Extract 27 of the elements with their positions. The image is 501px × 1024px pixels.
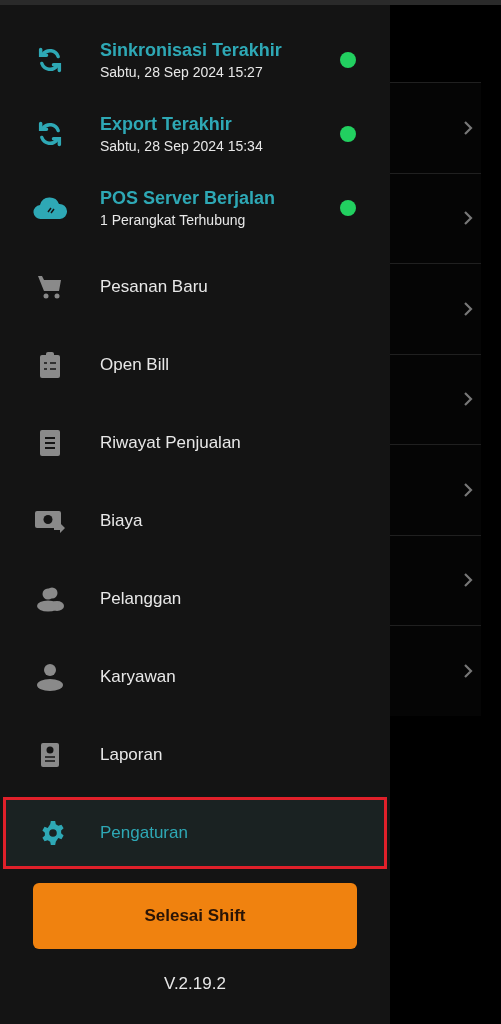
status-subtitle: 1 Perangkat Terhubung	[100, 211, 247, 230]
status-title: POS Server Berjalan	[100, 187, 277, 210]
menu-item[interactable]: Pesanan Baru	[0, 251, 390, 323]
status-subtitle: Sabtu, 28 Sep 2024 15:27	[100, 63, 264, 82]
sync-icon	[36, 120, 64, 148]
version-text: V.2.19.2	[163, 973, 227, 995]
status-subtitle: Sabtu, 28 Sep 2024 15:34	[100, 137, 264, 156]
menu-item[interactable]: Pelanggan	[0, 563, 390, 635]
clipboard-icon	[39, 351, 61, 379]
menu-item[interactable]: Pengaturan	[3, 797, 387, 869]
sync-icon	[36, 46, 64, 74]
report-icon	[40, 742, 60, 768]
menu-item[interactable]: Open Bill	[0, 329, 390, 401]
cart-icon	[37, 274, 63, 300]
status-title: Sinkronisasi Terakhir	[100, 39, 283, 62]
cloud-icon	[33, 196, 67, 220]
money-icon	[34, 508, 66, 534]
menu-item[interactable]: Biaya	[0, 485, 390, 557]
people-icon	[35, 586, 65, 612]
menu-item[interactable]: Riwayat Penjualan	[0, 407, 390, 479]
document-icon	[39, 429, 61, 457]
settings-icon	[40, 820, 66, 846]
person-icon	[36, 663, 64, 691]
end-shift-button[interactable]: Selesai Shift	[33, 883, 357, 949]
menu-item[interactable]: Karyawan	[0, 641, 390, 713]
status-title: Export Terakhir	[100, 113, 233, 136]
menu-item[interactable]: Laporan	[0, 719, 390, 791]
